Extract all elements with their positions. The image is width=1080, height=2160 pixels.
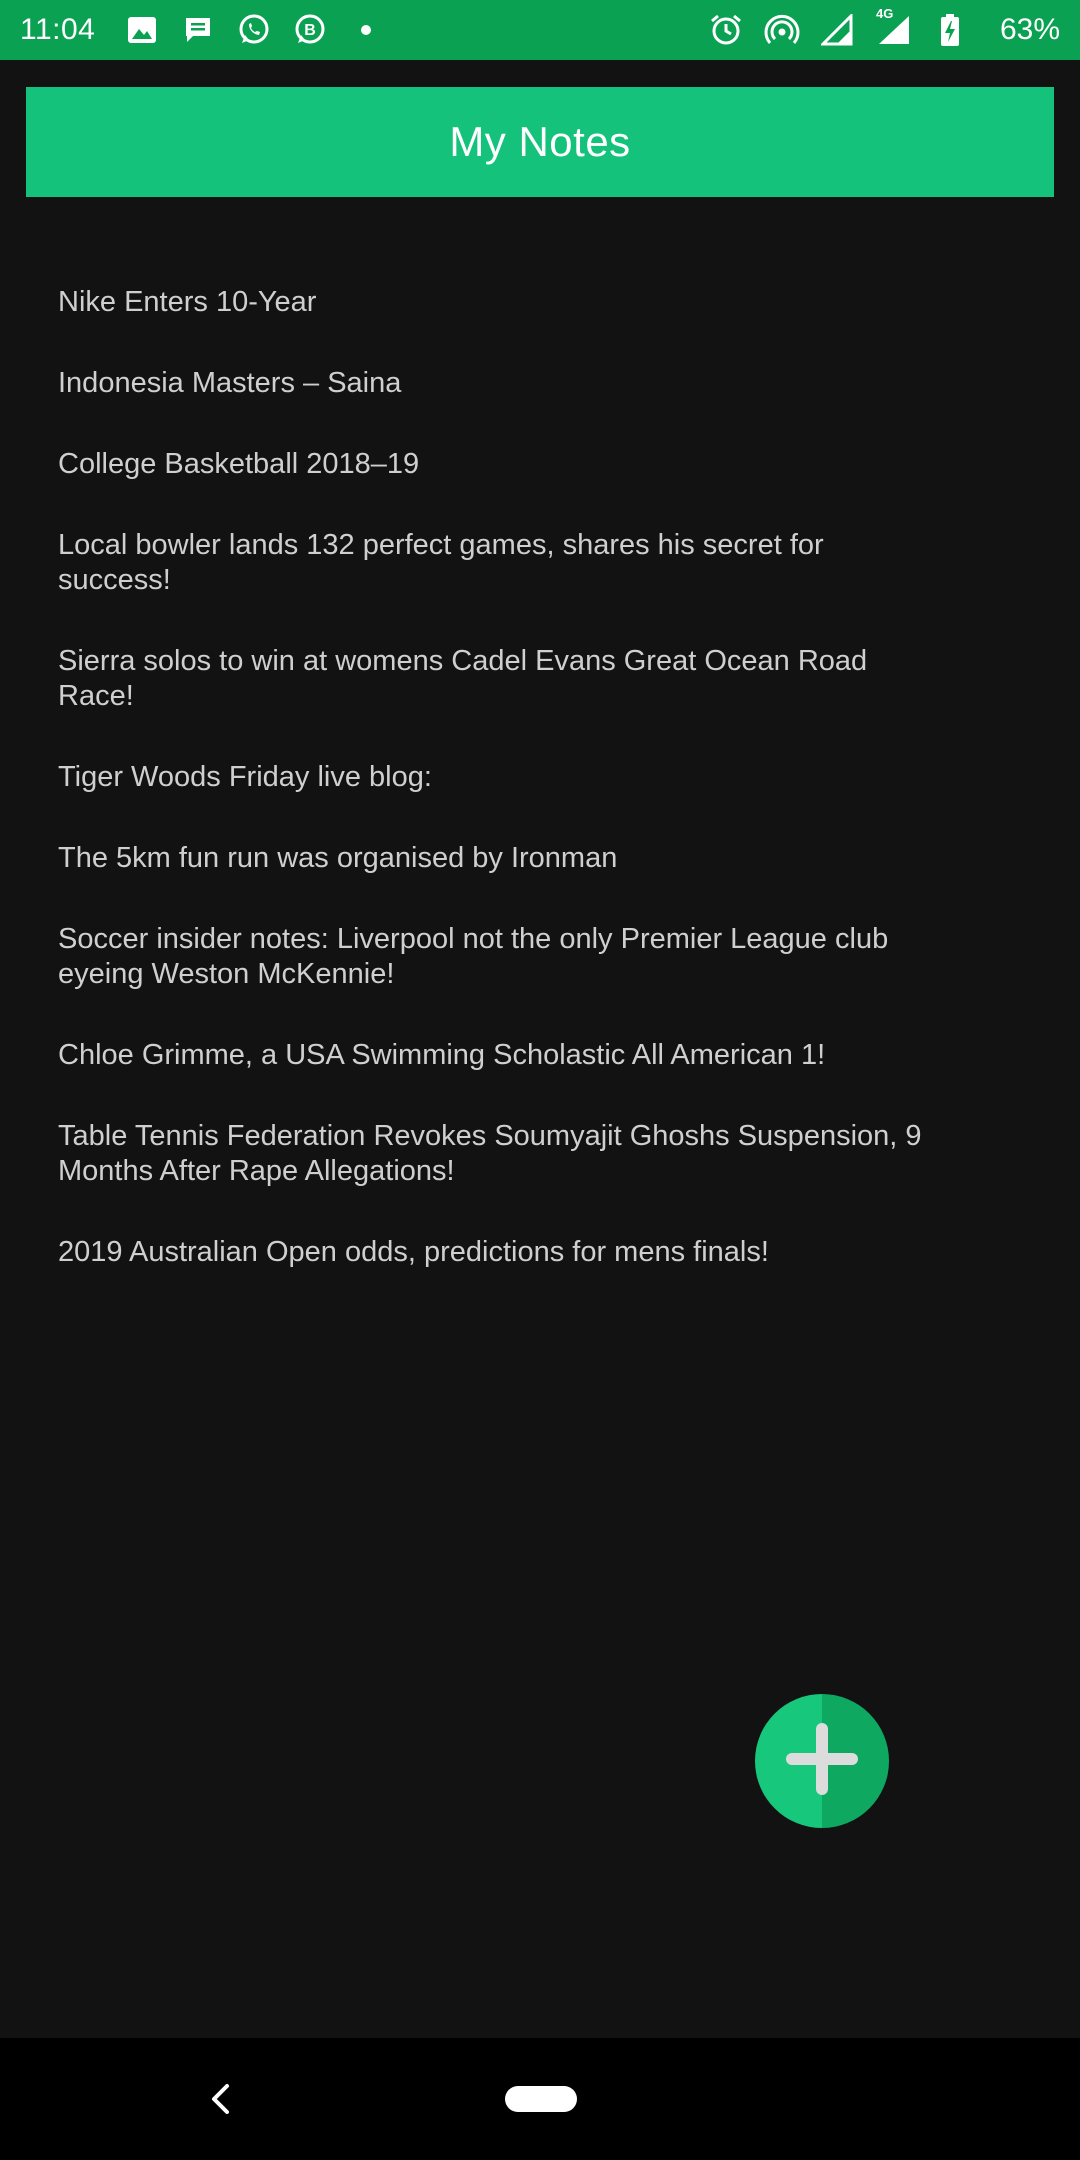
battery-charging-icon [930, 12, 970, 48]
note-item[interactable]: Chloe Grimme, a USA Swimming Scholastic … [58, 1038, 938, 1073]
notes-screen: 11:04 B 4G 63% My Notes Nike Enters 10-Y… [0, 0, 1080, 2160]
svg-text:B: B [304, 22, 316, 39]
page-title: My Notes [449, 118, 631, 165]
status-bar: 11:04 B 4G 63% [0, 0, 1080, 60]
notification-icons: B [124, 12, 404, 48]
business-icon: B [292, 12, 328, 48]
note-item[interactable]: College Basketball 2018–19 [58, 447, 938, 482]
note-item[interactable]: Local bowler lands 132 perfect games, sh… [58, 528, 938, 598]
whatsapp-icon [236, 12, 272, 48]
note-item[interactable]: Table Tennis Federation Revokes Soumyaji… [58, 1119, 938, 1189]
notes-list: Nike Enters 10-Year Indonesia Masters – … [58, 285, 938, 1316]
dot-icon [348, 12, 384, 48]
note-item[interactable]: Indonesia Masters – Saina [58, 366, 938, 401]
signal-4g-icon: 4G [874, 6, 914, 48]
hotspot-icon [762, 12, 802, 48]
home-pill-icon[interactable] [505, 2086, 577, 2112]
status-time: 11:04 [20, 13, 96, 46]
note-item[interactable]: 2019 Australian Open odds, predictions f… [58, 1235, 938, 1270]
network-type-label: 4G [876, 6, 894, 21]
note-item[interactable]: Nike Enters 10-Year [58, 285, 938, 320]
navigation-bar [0, 2038, 1080, 2160]
add-note-button[interactable] [755, 1694, 889, 1828]
messages-icon [180, 12, 216, 48]
note-item[interactable]: The 5km fun run was organised by Ironman [58, 841, 938, 876]
battery-percent: 63% [999, 13, 1060, 46]
note-item[interactable]: Soccer insider notes: Liverpool not the … [58, 922, 938, 992]
plus-icon [784, 1721, 860, 1802]
back-chevron-icon[interactable] [200, 2078, 240, 2120]
app-header: My Notes [26, 87, 1054, 197]
note-item[interactable]: Sierra solos to win at womens Cadel Evan… [58, 644, 938, 714]
signal-icon [818, 12, 858, 48]
gallery-icon [124, 12, 160, 48]
alarm-icon [706, 12, 746, 48]
note-item[interactable]: Tiger Woods Friday live blog: [58, 760, 938, 795]
system-icons: 4G [690, 6, 970, 48]
